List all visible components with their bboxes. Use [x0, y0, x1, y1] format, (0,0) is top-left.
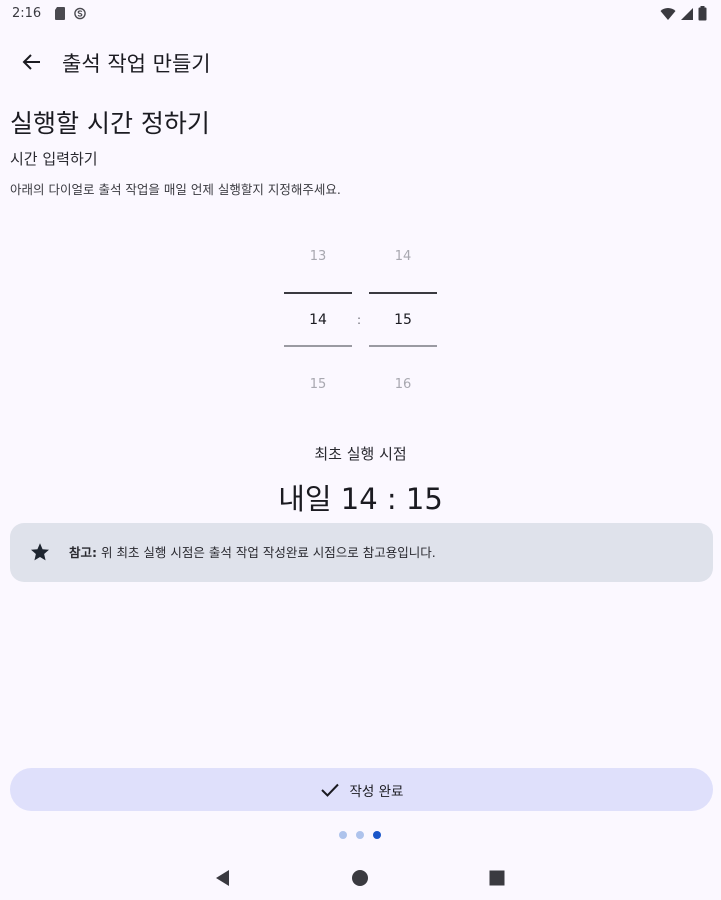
nav-back-button[interactable] — [211, 866, 235, 890]
note-text: 참고: 위 최초 실행 시점은 출석 작업 작성완료 시점으로 참고용입니다. — [69, 542, 436, 561]
app-bar: 출석 작업 만들기 — [0, 38, 721, 86]
hour-selection-bottom-line — [284, 345, 352, 347]
first-run-value: 내일 14 : 15 — [278, 482, 443, 516]
back-button[interactable] — [14, 44, 50, 80]
minute-selection-top-line — [369, 292, 437, 294]
minute-selected[interactable]: 15 — [368, 312, 438, 328]
check-icon — [320, 783, 339, 797]
minute-selection-bottom-line — [369, 345, 437, 347]
circle-home-icon — [352, 870, 368, 886]
note-body: 위 최초 실행 시점은 출석 작업 작성완료 시점으로 참고용입니다. — [97, 545, 436, 560]
star-icon — [31, 543, 49, 561]
page-dot-2 — [356, 831, 364, 839]
hour-selection-top-line — [284, 292, 352, 294]
note-card: 참고: 위 최초 실행 시점은 출석 작업 작성완료 시점으로 참고용입니다. — [10, 523, 713, 582]
sim-card-icon — [55, 7, 65, 20]
status-right-icons — [660, 6, 707, 21]
circle-s-icon — [74, 7, 86, 20]
page-dot-3-active — [373, 831, 381, 839]
arrow-left-icon — [22, 54, 40, 70]
status-bar: 2:16 — [0, 0, 721, 28]
hour-prev[interactable]: 13 — [283, 249, 353, 264]
triangle-back-icon — [216, 870, 229, 886]
description: 아래의 다이얼로 출석 작업을 매일 언제 실행할지 지정해주세요. — [10, 182, 341, 197]
minute-next[interactable]: 16 — [368, 377, 438, 392]
nav-home-button[interactable] — [348, 866, 372, 890]
minute-prev[interactable]: 14 — [368, 249, 438, 264]
hour-next[interactable]: 15 — [283, 377, 353, 392]
status-time: 2:16 — [12, 6, 42, 21]
status-left-icons — [54, 7, 86, 20]
time-separator: : — [357, 313, 362, 327]
section-title: 실행할 시간 정하기 — [10, 109, 210, 138]
subtitle: 시간 입력하기 — [10, 150, 98, 168]
page-dot-1 — [339, 831, 347, 839]
nav-bar — [0, 856, 721, 900]
cell-signal-icon — [681, 7, 693, 20]
first-run-label: 최초 실행 시점 — [314, 445, 407, 463]
wifi-icon — [660, 7, 676, 20]
square-recents-icon — [489, 870, 505, 886]
battery-icon — [698, 6, 707, 21]
note-prefix: 참고: — [69, 545, 97, 560]
nav-recents-button[interactable] — [485, 866, 509, 890]
page-indicator — [339, 831, 381, 839]
complete-button-label: 작성 완료 — [349, 783, 404, 800]
complete-button[interactable]: 작성 완료 — [10, 768, 713, 811]
hour-selected[interactable]: 14 — [283, 312, 353, 328]
app-title: 출석 작업 만들기 — [62, 52, 211, 76]
